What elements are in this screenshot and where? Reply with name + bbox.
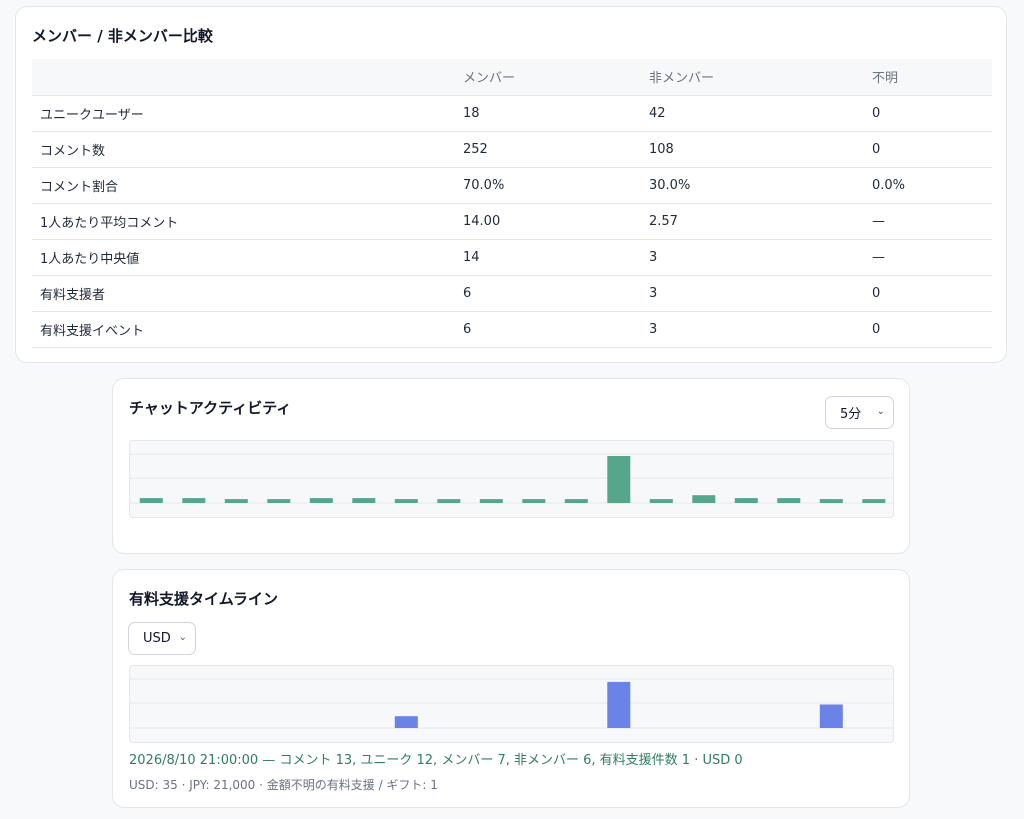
chat-activity-bar[interactable] xyxy=(352,498,376,503)
member-value: 6 xyxy=(455,311,641,348)
column-header-unknown: 不明 xyxy=(864,59,992,96)
member-comparison-card: メンバー / 非メンバー比較 メンバー 非メンバー 不明 ユニークユーザー 18… xyxy=(15,6,1007,363)
table-row: コメント割合 70.0% 30.0% 0.0% xyxy=(32,167,992,204)
column-header xyxy=(32,59,455,96)
unknown-value: 0 xyxy=(864,311,992,348)
unknown-value: 0.0% xyxy=(864,167,992,204)
chat-activity-bar[interactable] xyxy=(777,498,801,503)
chat-activity-title: チャットアクティビティ xyxy=(129,399,292,417)
chat-activity-plot xyxy=(130,453,893,504)
chat-activity-bar[interactable] xyxy=(267,499,291,503)
chat-activity-bar[interactable] xyxy=(182,498,206,503)
table-row: 1人あたり中央値 14 3 — xyxy=(32,239,992,276)
non-member-value: 3 xyxy=(641,311,864,348)
table-row: 有料支援イベント 6 3 0 xyxy=(32,311,992,348)
unknown-value: — xyxy=(864,239,992,276)
chat-activity-bar[interactable] xyxy=(564,499,588,503)
non-member-value: 3 xyxy=(641,239,864,276)
chat-activity-chart xyxy=(129,440,894,518)
paid-support-card: 有料支援タイムライン USD ⌄ 2026/8/10 21:00:00 — コメ… xyxy=(112,569,910,808)
interval-select-value: 5分 xyxy=(840,407,862,422)
unknown-value: 0 xyxy=(864,131,992,168)
chat-activity-bar[interactable] xyxy=(437,499,461,503)
chat-activity-bar[interactable] xyxy=(522,499,546,503)
member-value: 14.00 xyxy=(455,203,641,240)
support-summary: USD: 35 · JPY: 21,000 · 金額不明の有料支援 / ギフト:… xyxy=(129,778,438,792)
non-member-value: 108 xyxy=(641,131,864,168)
chat-activity-bar[interactable] xyxy=(692,495,716,503)
member-value: 18 xyxy=(455,95,641,132)
chat-activity-bar[interactable] xyxy=(139,498,163,503)
row-label: 有料支援者 xyxy=(32,275,455,312)
paid-support-bar[interactable] xyxy=(607,681,631,728)
row-label: 有料支援イベント xyxy=(32,311,455,348)
unknown-value: 0 xyxy=(864,275,992,312)
paid-support-chart xyxy=(129,665,894,743)
chat-activity-bar[interactable] xyxy=(479,499,503,503)
table-row: コメント数 252 108 0 xyxy=(32,131,992,168)
column-header-member: メンバー xyxy=(455,59,641,96)
chat-activity-bar[interactable] xyxy=(862,499,886,503)
non-member-value: 30.0% xyxy=(641,167,864,204)
unknown-value: — xyxy=(864,203,992,240)
chat-activity-bar[interactable] xyxy=(819,499,843,503)
comparison-title: メンバー / 非メンバー比較 xyxy=(32,27,213,45)
column-header-non-member: 非メンバー xyxy=(641,59,864,96)
non-member-value: 42 xyxy=(641,95,864,132)
chat-activity-bar[interactable] xyxy=(309,498,333,503)
row-label: 1人あたり中央値 xyxy=(32,239,455,276)
member-value: 252 xyxy=(455,131,641,168)
table-row: 有料支援者 6 3 0 xyxy=(32,275,992,312)
table-row: 1人あたり平均コメント 14.00 2.57 — xyxy=(32,203,992,240)
member-value: 70.0% xyxy=(455,167,641,204)
chat-activity-card: チャットアクティビティ 5分 ⌄ xyxy=(112,378,910,554)
paid-support-bar[interactable] xyxy=(819,704,843,729)
unknown-value: 0 xyxy=(864,95,992,132)
row-label: 1人あたり平均コメント xyxy=(32,203,455,240)
comparison-table: メンバー 非メンバー 不明 ユニークユーザー 18 42 0 コメント数 252… xyxy=(32,59,992,348)
paid-support-plot xyxy=(130,678,893,729)
chat-activity-bar[interactable] xyxy=(224,499,248,503)
paid-support-title: 有料支援タイムライン xyxy=(129,590,278,608)
row-label: コメント割合 xyxy=(32,167,455,204)
chat-activity-bar[interactable] xyxy=(649,499,673,503)
chat-activity-bar[interactable] xyxy=(734,498,758,503)
member-value: 6 xyxy=(455,275,641,312)
row-label: コメント数 xyxy=(32,131,455,168)
table-row: ユニークユーザー 18 42 0 xyxy=(32,95,992,132)
table-header-row: メンバー 非メンバー 不明 xyxy=(32,59,992,96)
non-member-value: 2.57 xyxy=(641,203,864,240)
currency-select[interactable]: USD ⌄ xyxy=(128,622,196,655)
chat-activity-bar[interactable] xyxy=(394,499,418,503)
chevron-down-icon: ⌄ xyxy=(876,406,885,417)
row-label: ユニークユーザー xyxy=(32,95,455,132)
chat-activity-bar[interactable] xyxy=(607,456,631,503)
hover-caption: 2026/8/10 21:00:00 — コメント 13, ユニーク 12, メ… xyxy=(129,753,743,768)
non-member-value: 3 xyxy=(641,275,864,312)
member-value: 14 xyxy=(455,239,641,276)
paid-support-bar[interactable] xyxy=(394,716,418,728)
currency-select-value: USD xyxy=(143,631,171,646)
interval-select[interactable]: 5分 ⌄ xyxy=(825,396,894,429)
chevron-down-icon: ⌄ xyxy=(178,632,187,643)
